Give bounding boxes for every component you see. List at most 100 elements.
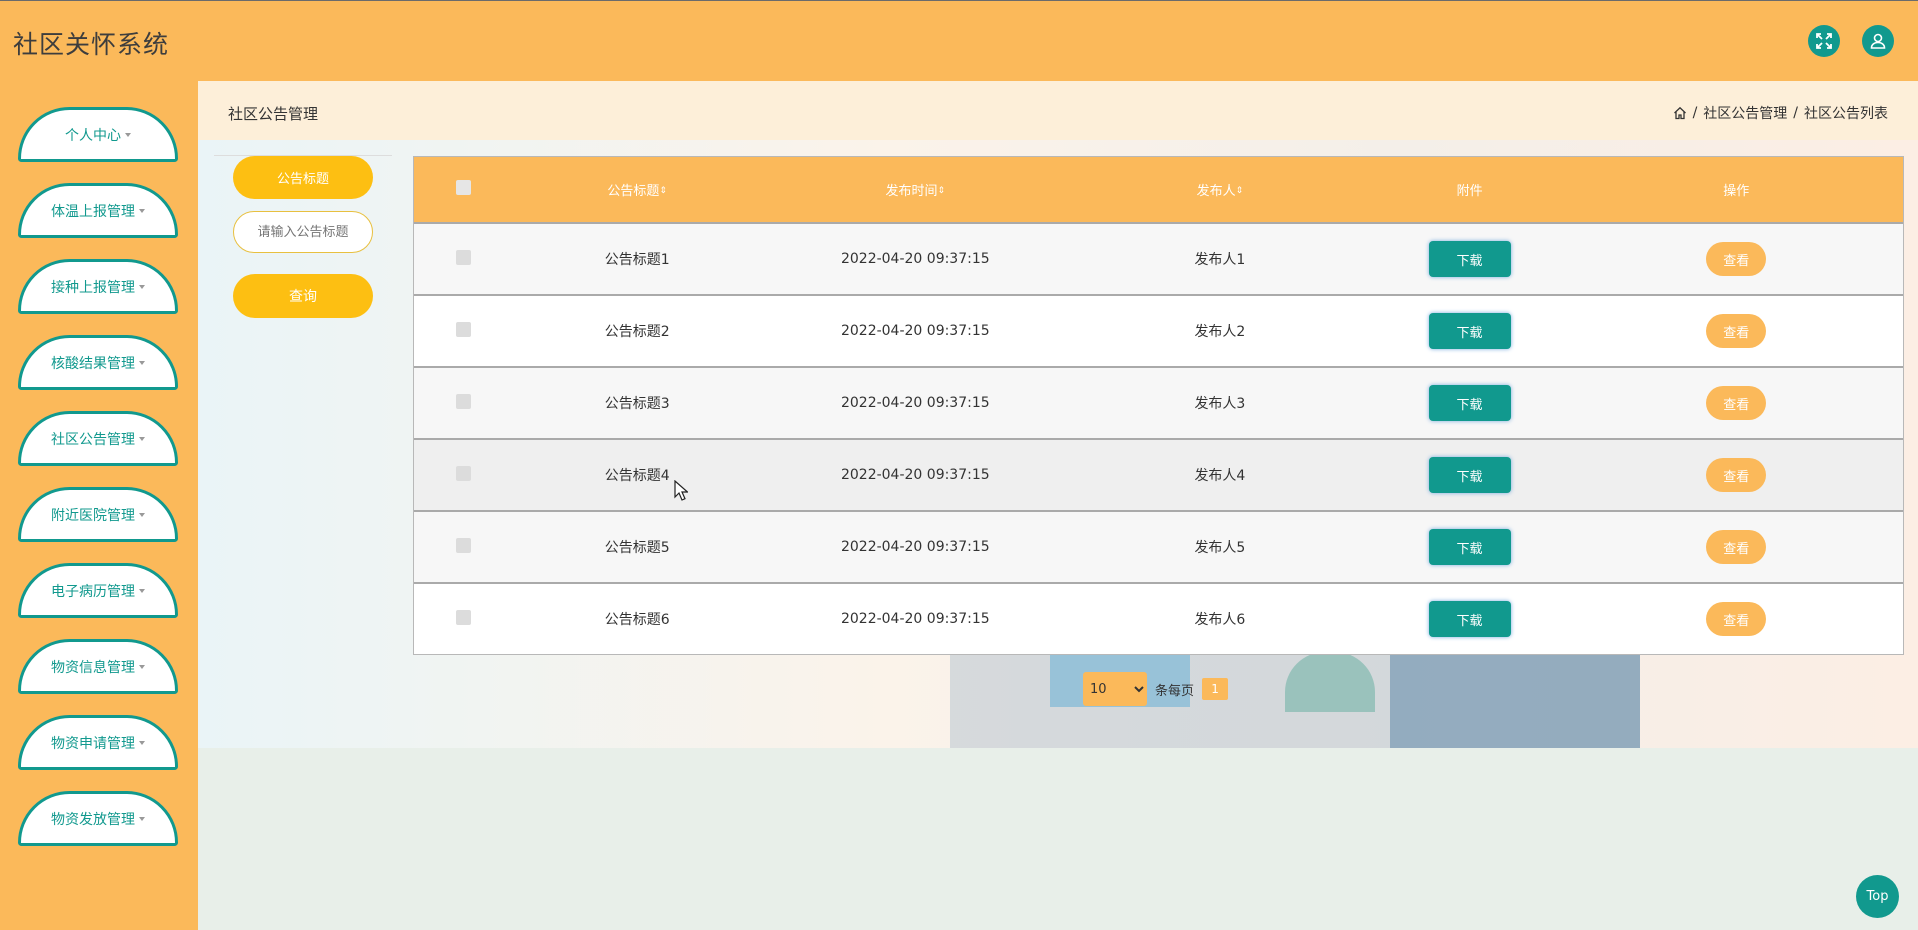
download-button[interactable]: 下载	[1428, 529, 1511, 565]
select-all-checkbox[interactable]	[456, 180, 472, 195]
header-cell[interactable]: 公告标题⇕	[514, 180, 761, 199]
table-cell	[414, 393, 514, 413]
sidebar-item-label: 核酸结果管理	[51, 355, 135, 372]
app-title: 社区关怀系统	[13, 30, 170, 59]
table-cell: 发布人3	[1194, 396, 1246, 412]
announcement-table: 公告标题⇕ 发布时间⇕ 发布人⇕ 附件 操作 公告标题1 2022-04-20 …	[413, 156, 1904, 655]
download-button[interactable]: 下载	[1428, 601, 1511, 637]
table-cell: 公告标题1	[604, 252, 670, 268]
sidebar-item-supplies-info[interactable]: 物资信息管理	[18, 639, 178, 694]
table-cell: 公告标题2	[604, 324, 670, 340]
sidebar: 个人中心 体温上报管理 接种上报管理 核酸结果管理 社区公告管理 附近医院管理 …	[0, 81, 198, 930]
caret-down-icon	[139, 816, 145, 821]
search-input[interactable]	[233, 211, 373, 253]
table-cell: 公告标题6	[604, 612, 670, 628]
back-to-top-button[interactable]: Top	[1856, 875, 1899, 918]
table-row[interactable]: 公告标题6 2022-04-20 09:37:15 发布人6 下载 查看	[414, 582, 1903, 654]
sidebar-item-label: 物资申请管理	[51, 735, 135, 752]
row-checkbox[interactable]	[456, 393, 472, 409]
per-page-label: 条每页	[1155, 683, 1195, 699]
view-button[interactable]: 查看	[1706, 314, 1767, 348]
table-row[interactable]: 公告标题3 2022-04-20 09:37:15 发布人3 下载 查看	[414, 366, 1903, 438]
table-cell: 2022-04-20 09:37:15	[840, 467, 990, 483]
table-cell: 下载	[1370, 601, 1570, 637]
mouse-cursor-icon	[674, 480, 688, 501]
breadcrumb-item: 社区公告列表	[1804, 106, 1888, 122]
sidebar-item-hospitals[interactable]: 附近医院管理	[18, 487, 178, 542]
home-icon[interactable]	[1673, 106, 1687, 120]
table-row[interactable]: 公告标题1 2022-04-20 09:37:15 发布人1 下载 查看	[414, 222, 1903, 294]
table-cell: 公告标题4	[604, 468, 670, 484]
download-button[interactable]: 下载	[1428, 241, 1511, 277]
sidebar-item-personal-center[interactable]: 个人中心	[18, 107, 178, 162]
view-button[interactable]: 查看	[1706, 602, 1767, 636]
table-cell	[414, 249, 514, 269]
breadcrumb-separator: /	[1692, 105, 1698, 121]
column-header-publisher: 发布人	[1196, 184, 1236, 199]
page-size-select[interactable]: 10	[1083, 672, 1147, 706]
row-checkbox[interactable]	[456, 537, 472, 553]
sidebar-item-temperature[interactable]: 体温上报管理	[18, 183, 178, 238]
column-header-title: 公告标题	[607, 184, 660, 199]
row-checkbox[interactable]	[456, 249, 472, 265]
download-button[interactable]: 下载	[1428, 385, 1511, 421]
table-cell	[414, 465, 514, 485]
table-cell	[414, 321, 514, 341]
table-cell: 发布人6	[1194, 612, 1246, 628]
download-button[interactable]: 下载	[1428, 457, 1511, 493]
column-header-time: 发布时间	[885, 184, 938, 199]
caret-down-icon	[139, 664, 145, 669]
table-cell: 2022-04-20 09:37:15	[840, 251, 990, 267]
column-header-attachment: 附件	[1456, 184, 1483, 199]
column-header-actions: 操作	[1723, 184, 1750, 199]
sidebar-item-vaccination[interactable]: 接种上报管理	[18, 259, 178, 314]
sidebar-item-nucleic-acid[interactable]: 核酸结果管理	[18, 335, 178, 390]
sidebar-item-announcements[interactable]: 社区公告管理	[18, 411, 178, 466]
row-checkbox[interactable]	[456, 465, 472, 481]
view-button[interactable]: 查看	[1706, 458, 1767, 492]
row-checkbox[interactable]	[456, 609, 472, 625]
table-cell: 下载	[1370, 529, 1570, 565]
view-button[interactable]: 查看	[1706, 242, 1767, 276]
sort-icon: ⇕	[1235, 186, 1244, 196]
caret-down-icon	[139, 284, 145, 289]
header-cell[interactable]: 发布人⇕	[1070, 180, 1370, 199]
sidebar-item-medical-records[interactable]: 电子病历管理	[18, 563, 178, 618]
pagination: 10 条每页 1	[1083, 672, 1229, 706]
table-row[interactable]: 公告标题4 2022-04-20 09:37:15 发布人4 下载 查看	[414, 438, 1903, 510]
user-button[interactable]	[1862, 25, 1894, 57]
page-title: 社区公告管理	[228, 105, 319, 123]
download-button[interactable]: 下载	[1428, 313, 1511, 349]
search-button[interactable]: 查询	[233, 274, 373, 318]
table-cell	[414, 537, 514, 557]
sidebar-item-supplies-request[interactable]: 物资申请管理	[18, 715, 178, 770]
table-row[interactable]: 公告标题2 2022-04-20 09:37:15 发布人2 下载 查看	[414, 294, 1903, 366]
table-cell: 查看	[1569, 242, 1903, 276]
table-cell: 查看	[1569, 458, 1903, 492]
sidebar-item-label: 物资信息管理	[51, 659, 135, 676]
table-cell: 2022-04-20 09:37:15	[840, 611, 990, 627]
table-cell: 2022-04-20 09:37:15	[840, 323, 990, 339]
fullscreen-button[interactable]	[1808, 25, 1840, 57]
header-cell: 附件	[1370, 180, 1570, 199]
table-cell: 公告标题5	[604, 540, 670, 556]
caret-down-icon	[139, 208, 145, 213]
table-header: 公告标题⇕ 发布时间⇕ 发布人⇕ 附件 操作	[414, 157, 1903, 222]
page-number-current[interactable]: 1	[1202, 678, 1229, 700]
row-checkbox[interactable]	[456, 321, 472, 337]
caret-down-icon	[139, 512, 145, 517]
sidebar-item-supplies-distribution[interactable]: 物资发放管理	[18, 791, 178, 846]
sidebar-item-label: 个人中心	[65, 127, 121, 144]
table-cell: 查看	[1569, 386, 1903, 420]
table-cell: 2022-04-20 09:37:15	[840, 539, 990, 555]
table-cell: 发布人5	[1194, 540, 1246, 556]
header-cell[interactable]: 发布时间⇕	[761, 180, 1071, 199]
breadcrumb: / 社区公告管理 / 社区公告列表	[1673, 103, 1888, 123]
view-button[interactable]: 查看	[1706, 386, 1767, 420]
table-row[interactable]: 公告标题5 2022-04-20 09:37:15 发布人5 下载 查看	[414, 510, 1903, 582]
breadcrumb-item[interactable]: 社区公告管理	[1703, 103, 1787, 123]
caret-down-icon	[139, 436, 145, 441]
caret-down-icon	[139, 740, 145, 745]
view-button[interactable]: 查看	[1706, 530, 1767, 564]
caret-down-icon	[139, 360, 145, 365]
